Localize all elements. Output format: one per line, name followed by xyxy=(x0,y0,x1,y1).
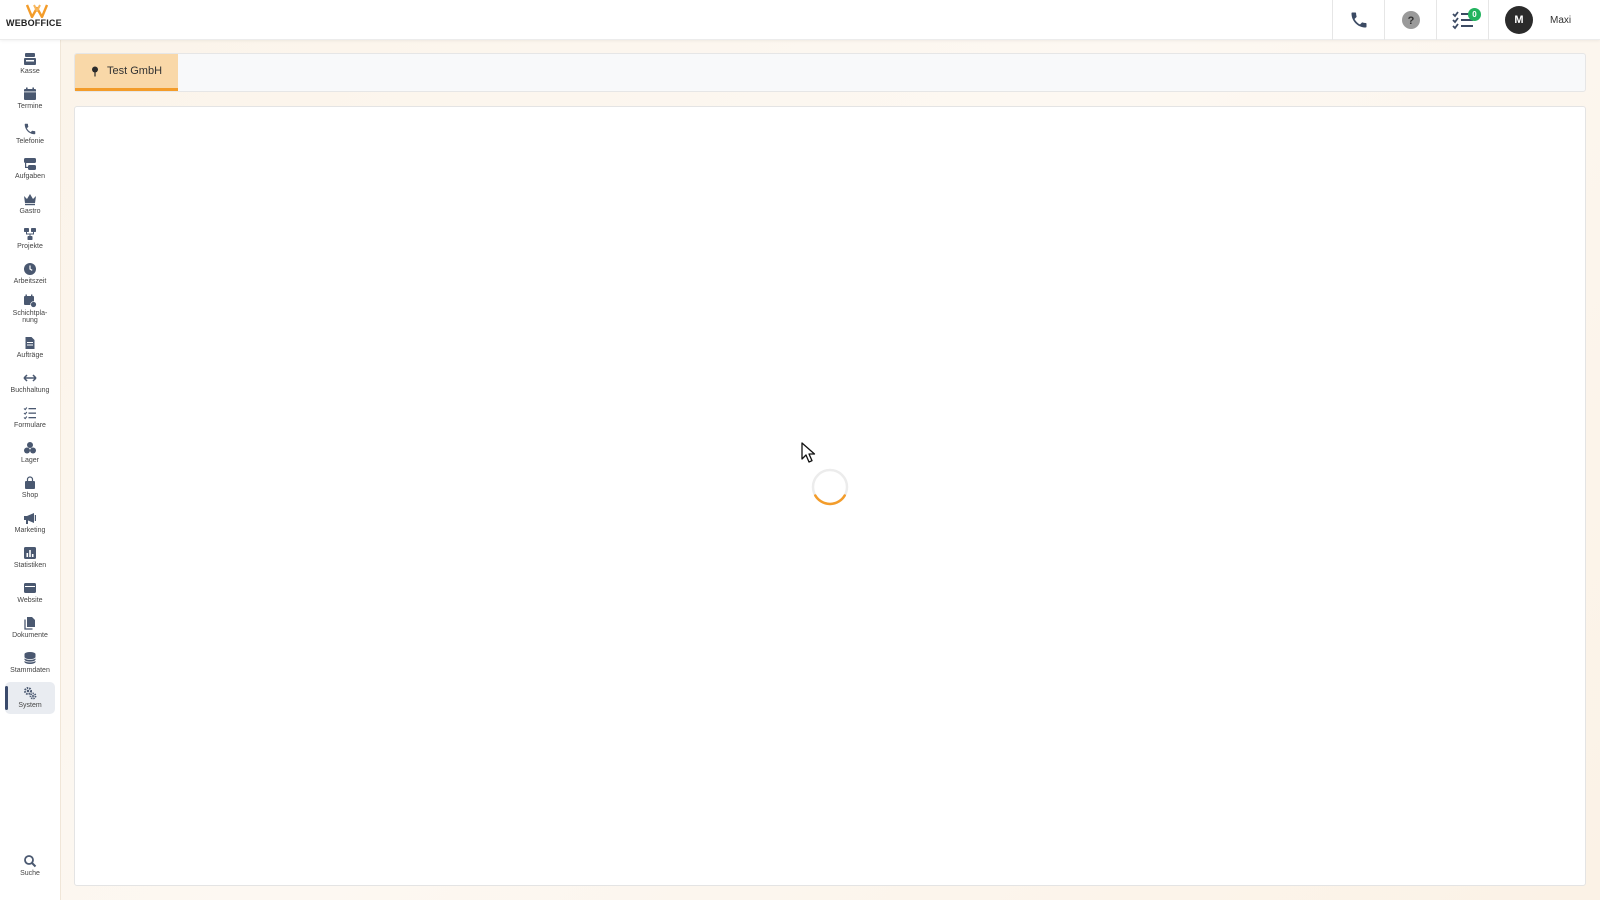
sidebar-item-stammdaten[interactable]: Stammdaten xyxy=(5,647,55,679)
content-panel xyxy=(74,106,1586,886)
logo-text: WEBOFFICE xyxy=(6,18,62,28)
phone-icon xyxy=(1351,12,1366,28)
avatar: M xyxy=(1505,6,1533,34)
project-tree-icon xyxy=(24,228,36,241)
tab-label: Test GmbH xyxy=(107,65,163,77)
location-tab-bar: Test GmbH xyxy=(74,53,1586,92)
sidebar-search[interactable]: Suche xyxy=(5,850,55,882)
help-button[interactable]: ? xyxy=(1384,0,1436,40)
arrows-left-right-icon xyxy=(23,374,37,382)
files-icon xyxy=(24,617,35,630)
boxes-icon xyxy=(24,442,36,454)
location-pin-icon xyxy=(92,66,98,76)
clock-icon xyxy=(24,263,36,276)
sidebar-item-telefonie[interactable]: Telefonie xyxy=(5,118,55,150)
search-icon xyxy=(24,855,37,868)
sidebar-item-aufgaben[interactable]: Aufgaben xyxy=(5,153,55,185)
tasks-count-badge: 0 xyxy=(1468,8,1481,21)
sidebar-item-lager[interactable]: Lager xyxy=(5,437,55,469)
sidebar-item-system[interactable]: System xyxy=(5,682,55,714)
phone-button[interactable] xyxy=(1332,0,1384,40)
shift-calendar-icon xyxy=(24,294,37,308)
shopping-bag-icon xyxy=(25,476,35,490)
database-icon xyxy=(24,652,36,665)
megaphone-icon xyxy=(24,513,36,525)
logo-mark-icon xyxy=(26,4,48,18)
loading-spinner xyxy=(811,468,849,506)
sidebar-item-marketing[interactable]: Marketing xyxy=(5,507,55,539)
main-area: Test GmbH xyxy=(61,40,1600,900)
mouse-cursor-icon xyxy=(801,442,816,463)
sidebar-item-website[interactable]: Website xyxy=(5,577,55,609)
bar-chart-icon xyxy=(24,547,36,560)
phone-icon xyxy=(24,124,36,135)
top-actions: ? 0 M Maxi xyxy=(1332,0,1600,40)
document-icon xyxy=(25,337,35,350)
sidebar-item-buchhaltung[interactable]: Buchhaltung xyxy=(5,367,55,399)
sidebar-item-statistiken[interactable]: Statistiken xyxy=(5,542,55,574)
sidebar-item-arbeitszeit[interactable]: Arbeitszeit xyxy=(5,258,55,290)
cash-register-icon xyxy=(24,53,36,66)
sidebar-item-kasse[interactable]: Kasse xyxy=(5,48,55,80)
tab-test-gmbh[interactable]: Test GmbH xyxy=(75,54,178,91)
user-name: Maxi xyxy=(1550,14,1572,26)
browser-window-icon xyxy=(24,583,36,594)
top-bar: WEBOFFICE ? 0 M Maxi xyxy=(0,0,1600,40)
form-list-icon xyxy=(23,407,36,420)
tasks-button[interactable]: 0 xyxy=(1436,0,1488,40)
sidebar: Kasse Termine Telefonie Aufgaben Gastro … xyxy=(0,40,61,900)
sidebar-item-projekte[interactable]: Projekte xyxy=(5,223,55,255)
sidebar-item-termine[interactable]: Termine xyxy=(5,83,55,115)
sidebar-item-schichtplanung[interactable]: Schichtpla- nung xyxy=(5,290,55,328)
calendar-icon xyxy=(24,87,36,101)
sidebar-item-gastro[interactable]: Gastro xyxy=(5,188,55,220)
help-icon: ? xyxy=(1401,11,1420,29)
sidebar-item-dokumente[interactable]: Dokumente xyxy=(5,612,55,644)
sidebar-item-auftraege[interactable]: Aufträge xyxy=(5,332,55,364)
gears-icon xyxy=(24,687,37,700)
sidebar-item-formulare[interactable]: Formulare xyxy=(5,402,55,434)
weboffice-logo[interactable]: WEBOFFICE xyxy=(6,4,68,36)
user-menu[interactable]: M Maxi xyxy=(1488,0,1600,40)
sidebar-item-shop[interactable]: Shop xyxy=(5,472,55,504)
crown-icon xyxy=(24,194,36,206)
tasks-icon xyxy=(24,158,36,171)
svg-text:?: ? xyxy=(1407,15,1414,27)
